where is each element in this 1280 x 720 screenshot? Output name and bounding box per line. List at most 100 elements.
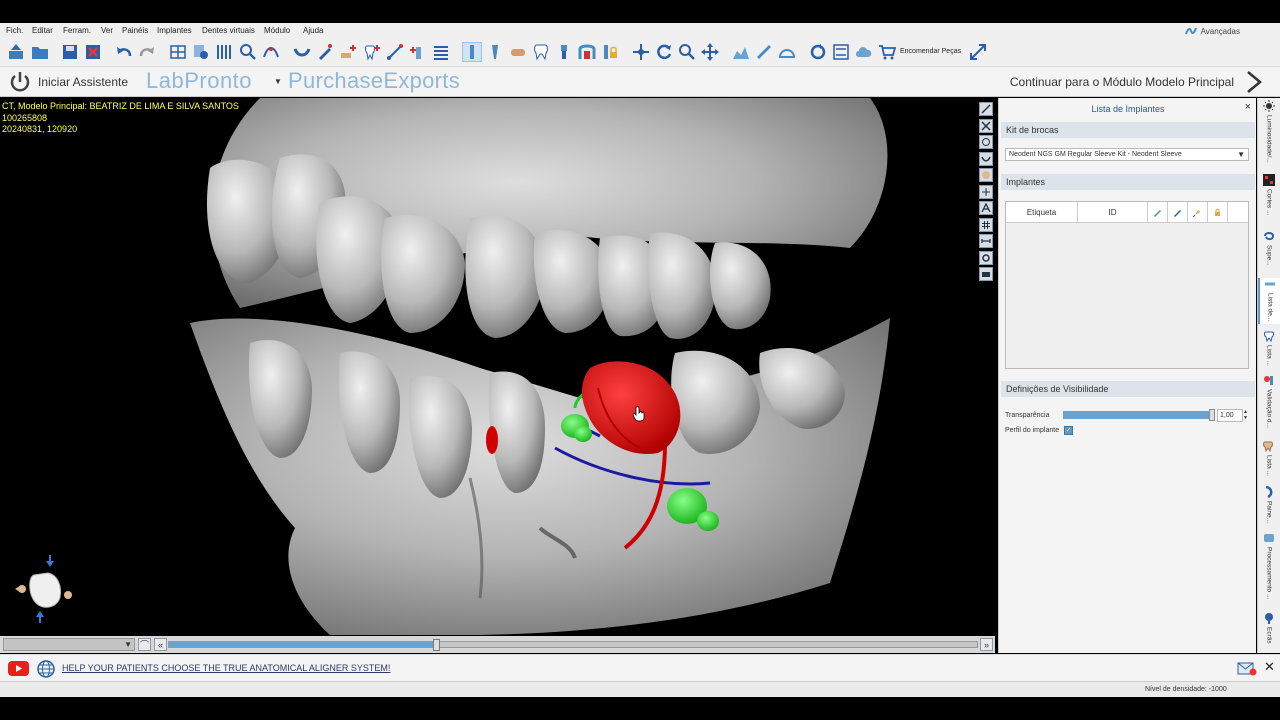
view-3d-button[interactable] [191, 42, 211, 62]
visibility-section[interactable]: Definições de Visibilidade [1001, 381, 1255, 397]
density-button[interactable] [731, 42, 751, 62]
transparency-value-input[interactable]: 1,00 [1217, 409, 1243, 422]
close-case-button[interactable] [83, 42, 103, 62]
tab-tooth-list[interactable]: Lista ... [1258, 330, 1280, 366]
drill-kit-select[interactable]: Neodent NGS GM Regular Sleeve Kit - Neod… [1005, 148, 1249, 161]
undo-button[interactable] [114, 42, 134, 62]
slice-slider-thumb[interactable] [432, 639, 440, 651]
drill-kit-section[interactable]: Kit de brocas [1001, 122, 1255, 138]
panoramic-curve-button[interactable] [292, 42, 312, 62]
open-file-button[interactable] [6, 42, 26, 62]
column-label[interactable]: Etiqueta [1006, 202, 1078, 223]
tab-slices[interactable]: Cortes ... [1258, 174, 1280, 224]
settings-button[interactable] [979, 250, 993, 265]
transparency-slider[interactable] [1063, 409, 1215, 421]
grid-button[interactable] [979, 217, 993, 232]
tab-processing[interactable]: Processamento ... [1258, 532, 1280, 610]
tab-implant-list[interactable]: Lista de... [1258, 278, 1280, 324]
zoom-tool-button[interactable] [238, 42, 258, 62]
start-assistant-button[interactable]: Iniciar Assistente [8, 70, 128, 94]
add-tooth-button[interactable] [362, 42, 382, 62]
abutment-button[interactable] [554, 42, 574, 62]
nerve-button[interactable] [261, 42, 281, 62]
order-parts-button[interactable] [877, 42, 897, 62]
view-axial-button[interactable] [979, 102, 993, 116]
slice-prev-button[interactable]: « [154, 638, 167, 651]
view-mode-select[interactable]: ▼ [3, 638, 135, 651]
slice-next-button[interactable]: » [980, 638, 993, 651]
annotation-button[interactable] [979, 201, 993, 215]
advanced-toggle[interactable]: Avançadas [1184, 26, 1240, 36]
labpronto-logo[interactable]: LabPronto [146, 68, 252, 94]
implant-tool-2-button[interactable] [485, 42, 505, 62]
globe-icon[interactable] [37, 660, 55, 678]
panel-close-button[interactable]: × [1245, 101, 1251, 113]
tab-surfaces[interactable]: Supe... [1258, 230, 1280, 272]
menu-view[interactable]: Ver [101, 26, 113, 35]
draw-curve-button[interactable] [315, 42, 335, 62]
3d-viewport[interactable]: CT, Modelo Principal: BEATRIZ DE LIMA E … [0, 98, 995, 635]
continue-module-link[interactable]: Continuar para o Módulo Modelo Principal [1010, 75, 1234, 89]
column-pin[interactable] [1188, 202, 1208, 223]
menu-file[interactable]: Fich. [6, 26, 23, 35]
slice-slider[interactable] [168, 639, 978, 651]
menu-module[interactable]: Módulo [264, 26, 290, 35]
tab-list[interactable]: Lista ... [1258, 440, 1280, 484]
tab-brightness[interactable]: Luminosidade/... [1258, 100, 1280, 166]
column-lock[interactable] [1208, 202, 1228, 223]
rotate-button[interactable] [654, 42, 674, 62]
labpronto-dropdown-icon[interactable]: ▼ [274, 77, 282, 86]
screenshot-button[interactable] [979, 267, 993, 281]
mail-notification-icon[interactable] [1237, 662, 1257, 676]
save-button[interactable] [60, 42, 80, 62]
sleeve-button[interactable] [408, 42, 428, 62]
slice-home-button[interactable]: ⌒ [138, 638, 151, 651]
pan-button[interactable] [700, 42, 720, 62]
view-slice-button[interactable] [979, 184, 993, 199]
virtual-tooth-button[interactable] [531, 42, 551, 62]
tab-screens[interactable]: Ecrãs [1258, 612, 1280, 652]
menu-tools[interactable]: Ferram. [63, 26, 91, 35]
orientation-head-widget[interactable] [14, 553, 78, 625]
column-edit-1[interactable] [1148, 202, 1168, 223]
tab-panel[interactable]: Paine... [1258, 486, 1280, 530]
measure-width-button[interactable] [979, 234, 993, 248]
column-id[interactable]: ID [1078, 202, 1148, 223]
cloud-button[interactable] [854, 42, 874, 62]
view-arch-button[interactable] [979, 151, 993, 166]
implants-section[interactable]: Implantes [1001, 174, 1255, 190]
guide-button[interactable] [508, 42, 528, 62]
view-skull-button[interactable] [979, 135, 993, 149]
redo-button[interactable] [137, 42, 157, 62]
news-link[interactable]: HELP YOUR PATIENTS CHOOSE THE TRUE ANATO… [62, 663, 390, 673]
reset-view-button[interactable] [808, 42, 828, 62]
column-edit-2[interactable] [1168, 202, 1188, 223]
slices-button[interactable] [214, 42, 234, 62]
menu-implants[interactable]: Implantes [157, 26, 192, 35]
view-cross-button[interactable] [979, 118, 993, 133]
youtube-icon[interactable] [8, 661, 29, 676]
transparency-spinner[interactable]: ▲ ▼ [1243, 409, 1249, 422]
implant-profile-checkbox[interactable]: ✓ [1064, 426, 1073, 435]
transparency-slider-thumb[interactable] [1209, 409, 1215, 421]
tab-validation[interactable]: Validação d... [1258, 374, 1280, 436]
implants-table[interactable]: Etiqueta ID [1005, 201, 1249, 369]
menu-panels[interactable]: Painéis [122, 26, 148, 35]
move-button[interactable] [631, 42, 651, 62]
implant-tool-1-button[interactable] [462, 42, 482, 62]
lock-implant-button[interactable] [600, 42, 620, 62]
menu-edit[interactable]: Editar [32, 26, 53, 35]
order-parts-label[interactable]: Encomendar Peças [900, 48, 961, 55]
add-implant-button[interactable] [338, 42, 358, 62]
chevron-right-icon[interactable] [1244, 70, 1266, 94]
news-close-button[interactable]: ✕ [1264, 659, 1275, 675]
measure-points-button[interactable] [385, 42, 405, 62]
menu-virtual-teeth[interactable]: Dentes virtuais [202, 26, 255, 35]
ruler-button[interactable] [754, 42, 774, 62]
bridge-button[interactable] [577, 42, 597, 62]
import-button[interactable] [30, 42, 50, 62]
purchase-exports-logo[interactable]: PurchaseExports [288, 68, 460, 94]
zoom-button[interactable] [677, 42, 697, 62]
fullscreen-button[interactable] [968, 42, 988, 62]
view-face-button[interactable] [979, 168, 993, 182]
